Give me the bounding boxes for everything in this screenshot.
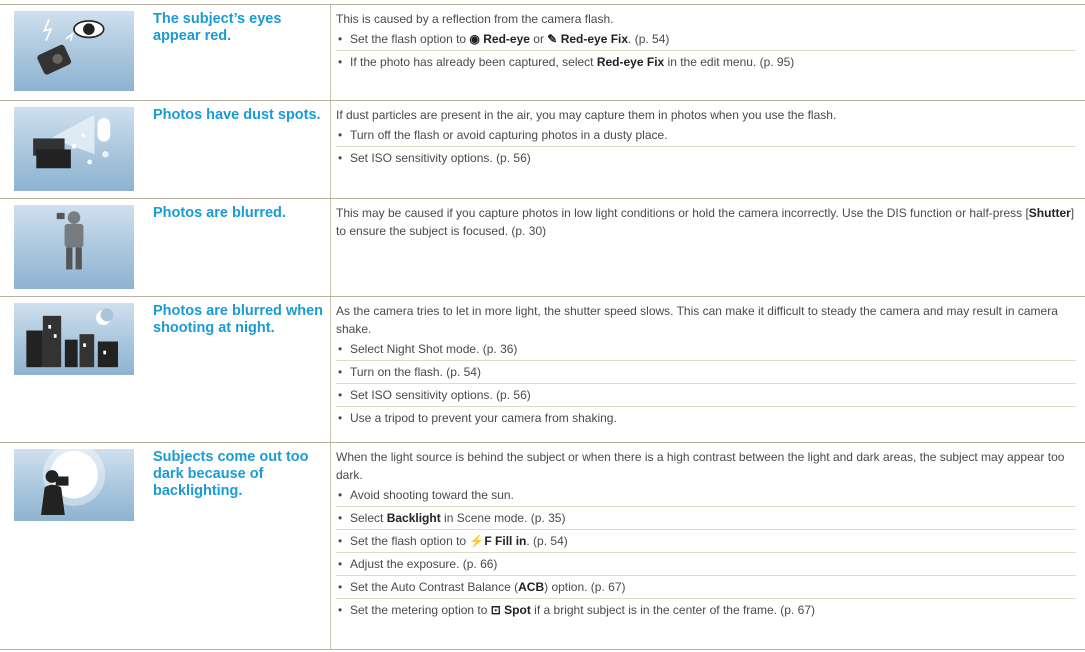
eye-camera-icon (37, 18, 105, 75)
bullet-item: Adjust the exposure. (p. 66) (336, 555, 1076, 576)
column-divider (330, 199, 331, 296)
flash-fill-in-icon: ⚡F (469, 534, 492, 548)
row-night: Photos are blurred when shooting at nigh… (0, 296, 1085, 442)
person-camera-icon (56, 211, 84, 270)
bullet-item: Avoid shooting toward the sun. (336, 486, 1076, 507)
bullet-item: Select Backlight in Scene mode. (p. 35) (336, 509, 1076, 530)
row-description: When the light source is behind the subj… (336, 448, 1076, 619)
intro-text: If dust particles are present in the air… (336, 108, 837, 122)
column-divider (330, 101, 331, 198)
bullet-item: Set ISO sensitivity options. (p. 56) (336, 386, 1076, 407)
row-title: Photos have dust spots. (153, 107, 321, 123)
bullet-item: Set the flash option to ⚡F Fill in. (p. … (336, 532, 1076, 553)
red-eye-illustration (14, 11, 134, 91)
dust-spots-illustration (14, 107, 134, 191)
blurred-illustration (14, 205, 134, 289)
night-city-icon (26, 308, 118, 368)
night-illustration (14, 303, 134, 375)
column-divider (330, 297, 331, 442)
bullet-item: Set the metering option to ⊡ Spot if a b… (336, 601, 1076, 619)
row-backlighting: Subjects come out too dark because of ba… (0, 442, 1085, 650)
spot-metering-icon: ⊡ (490, 603, 501, 617)
bullet-item: If the photo has already been captured, … (336, 53, 1076, 71)
row-title: The subject’s eyes appear red. (153, 11, 282, 44)
bullet-item: Turn on the flash. (p. 54) (336, 363, 1076, 384)
red-eye-fix-icon: ✎ (547, 32, 558, 46)
row-title: Photos are blurred. (153, 205, 286, 221)
intro-text: As the camera tries to let in more light… (336, 304, 1058, 336)
bullet-item: Set the Auto Contrast Balance (ACB) opti… (336, 578, 1076, 599)
row-description: This is caused by a reflection from the … (336, 10, 1076, 71)
bullet-item: Select Night Shot mode. (p. 36) (336, 340, 1076, 361)
intro-text: When the light source is behind the subj… (336, 450, 1065, 482)
troubleshooting-table: The subject’s eyes appear red. This is c… (0, 0, 1085, 652)
row-description: As the camera tries to let in more light… (336, 302, 1076, 427)
column-divider (330, 443, 331, 649)
row-dust-spots: Photos have dust spots. If dust particle… (0, 100, 1085, 198)
row-title: Subjects come out too dark because of ba… (153, 449, 309, 499)
bullet-item: Set the flash option to ◉ Red-eye or ✎ R… (336, 30, 1076, 51)
row-title: Photos are blurred when shooting at nigh… (153, 303, 323, 336)
column-divider (330, 5, 331, 100)
backlighting-illustration (14, 449, 134, 521)
bullet-item: Set ISO sensitivity options. (p. 56) (336, 149, 1076, 167)
bullet-item: Use a tripod to prevent your camera from… (336, 409, 1076, 427)
intro-text: This may be caused if you capture photos… (336, 206, 1075, 238)
backlit-person-icon (41, 449, 106, 515)
intro-text: This is caused by a reflection from the … (336, 12, 614, 26)
row-blurred: Photos are blurred. This may be caused i… (0, 198, 1085, 296)
red-eye-icon: ◉ (469, 32, 480, 46)
row-description: If dust particles are present in the air… (336, 106, 1076, 167)
bullet-item: Turn off the flash or avoid capturing ph… (336, 126, 1076, 147)
dust-flash-icon (33, 114, 111, 169)
row-red-eye: The subject’s eyes appear red. This is c… (0, 4, 1085, 100)
row-description: This may be caused if you capture photos… (336, 204, 1076, 242)
